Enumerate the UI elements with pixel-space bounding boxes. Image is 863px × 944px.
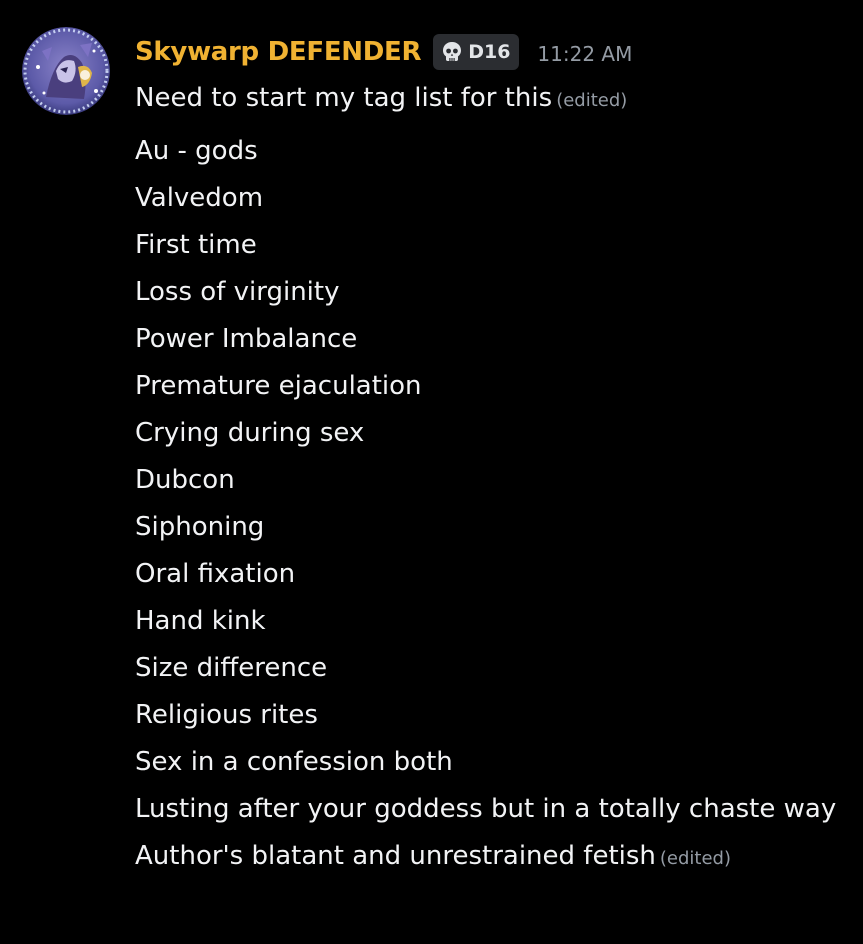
tag-list-item: Crying during sex <box>135 418 365 448</box>
server-tag-badge[interactable]: D16 <box>433 34 520 70</box>
tag-list-item: Hand kink <box>135 606 266 636</box>
tag-list-item: First time <box>135 230 257 260</box>
edited-indicator: (edited) <box>556 90 628 111</box>
tag-list-item: Lusting after your goddess but in a tota… <box>135 794 837 824</box>
user-avatar[interactable] <box>22 27 110 115</box>
tag-list-item: Oral fixation <box>135 559 296 589</box>
tag-list-item: Religious rites <box>135 700 318 730</box>
author-name[interactable]: Skywarp DEFENDER <box>135 37 422 67</box>
message-final-line: Author's blatant and unrestrained fetish… <box>135 833 855 882</box>
tag-list-item: Size difference <box>135 653 328 683</box>
edited-indicator: (edited) <box>659 848 731 869</box>
tag-list-item: Au - gods <box>135 136 258 166</box>
tag-list-item: Premature ejaculation <box>135 371 422 401</box>
message-header: Skywarp DEFENDER D16 11:22 AM <box>135 30 632 74</box>
chat-message: Skywarp DEFENDER D16 11:22 AM Need to st… <box>0 0 863 944</box>
tag-list-item: Valvedom <box>135 183 264 213</box>
skull-icon <box>443 42 462 61</box>
final-text: Author's blatant and unrestrained fetish <box>135 841 656 871</box>
message-content: Need to start my tag list for this (edite… <box>135 78 855 882</box>
tag-list-item: Power Imbalance <box>135 324 358 354</box>
avatar-image <box>22 27 110 115</box>
tag-list-item: Sex in a confession both <box>135 747 453 777</box>
message-timestamp[interactable]: 11:22 AM <box>537 42 632 66</box>
tag-list-item: Dubcon <box>135 465 235 495</box>
tag-list-item: Loss of virginity <box>135 277 340 307</box>
server-tag-text: D16 <box>468 41 511 63</box>
intro-text: Need to start my tag list for this <box>135 83 553 113</box>
tag-list-item: Siphoning <box>135 512 265 542</box>
message-intro-line: Need to start my tag list for this (edite… <box>135 78 855 121</box>
